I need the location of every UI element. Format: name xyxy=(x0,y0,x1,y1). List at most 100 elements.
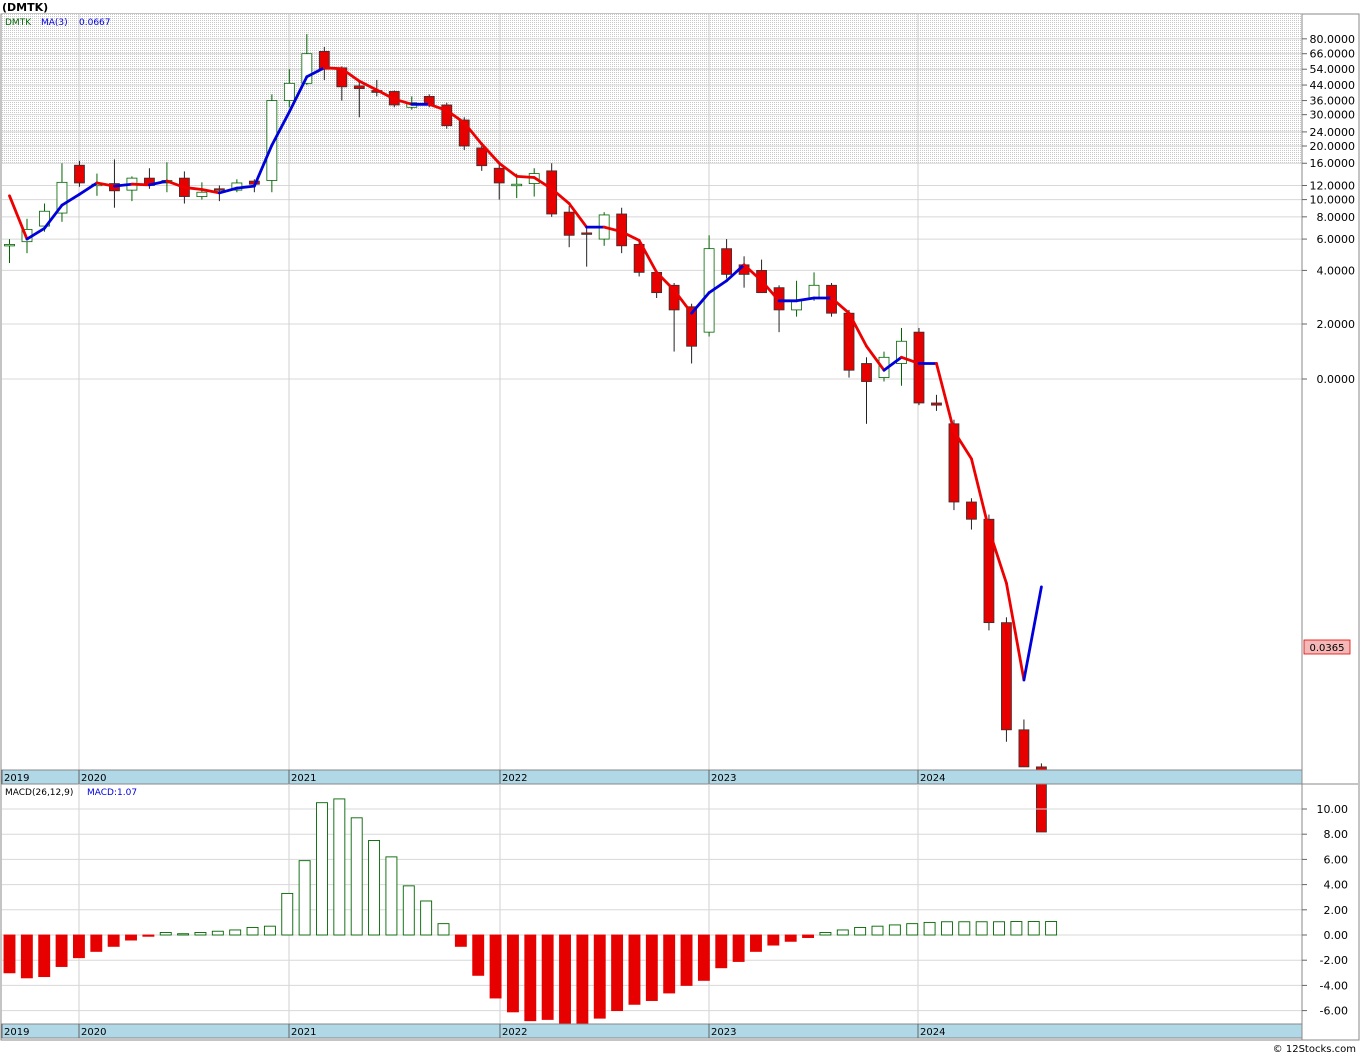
macd-bar xyxy=(368,840,381,936)
macd-bar xyxy=(72,934,85,959)
candle-body xyxy=(966,501,977,520)
macd-bar xyxy=(55,934,68,967)
year-label: 2019 xyxy=(4,773,29,784)
macd-bar xyxy=(246,926,259,936)
macd-tick-label: 8.00 xyxy=(1324,828,1349,841)
candle-body xyxy=(4,244,15,247)
candle-body xyxy=(213,188,225,191)
candle-body xyxy=(861,363,872,382)
macd-bar xyxy=(593,934,606,1019)
ma-segment xyxy=(113,182,134,188)
macd-bar xyxy=(1045,921,1058,936)
candle-body xyxy=(808,284,820,299)
legend-symbol: DMTK xyxy=(5,18,32,28)
ma-segment xyxy=(322,66,344,71)
candle-body xyxy=(913,331,925,404)
macd-axis-ticks: 10.00 8.00 6.00 4.00 2.00 0.00 -2.00 -4.00 -6.00 xyxy=(1302,803,1348,1018)
macd-bar xyxy=(1027,921,1040,936)
macd-bar xyxy=(177,933,190,936)
price-tick-label: 44.0000 xyxy=(1310,79,1356,92)
macd-time-axis-band xyxy=(1,1023,1303,1039)
ma-segment xyxy=(130,182,151,187)
macd-bar xyxy=(194,932,207,936)
macd-bar xyxy=(3,934,16,974)
macd-bar xyxy=(767,934,780,946)
macd-bar xyxy=(888,924,901,936)
candle-body xyxy=(931,402,942,406)
price-tick-label: 4.0000 xyxy=(1317,264,1356,277)
macd-bar xyxy=(125,934,137,941)
macd-bar xyxy=(472,934,485,976)
candle-body xyxy=(721,248,732,275)
price-tick-label: 80.0000 xyxy=(1310,33,1356,46)
macd-bar xyxy=(663,934,676,994)
price-tick-label: 54.0000 xyxy=(1310,63,1356,76)
legend-ma-label: MA(3) xyxy=(41,18,68,28)
macd-bar xyxy=(715,934,728,969)
macd-bar xyxy=(107,934,120,947)
price-tick-label: 36.0000 xyxy=(1310,95,1356,108)
macd-tick-label: 4.00 xyxy=(1324,879,1349,892)
candle-body xyxy=(74,164,85,184)
macd-year-label: 2022 xyxy=(502,1027,527,1038)
candle-body xyxy=(353,85,365,90)
macd-bar xyxy=(333,798,346,936)
macd-bar xyxy=(732,934,745,962)
macd-year-label: 2023 xyxy=(711,1027,736,1038)
macd-bar xyxy=(993,921,1005,936)
price-tick-label: 16.0000 xyxy=(1310,157,1356,170)
last-price-label: 0.0365 xyxy=(1310,643,1345,654)
macd-bar xyxy=(854,926,867,936)
macd-year-label: 2019 xyxy=(4,1027,29,1038)
year-label: 2024 xyxy=(920,773,945,784)
macd-tick-label: -2.00 xyxy=(1320,954,1348,967)
macd-bar xyxy=(524,934,537,1022)
macd-bar xyxy=(489,934,502,999)
macd-bar xyxy=(454,934,467,947)
macd-bar xyxy=(506,934,519,1013)
watermark: © 12Stocks.com xyxy=(1273,1044,1356,1055)
macd-bar xyxy=(784,934,797,942)
macd-bar xyxy=(819,932,832,936)
macd-bar xyxy=(697,934,710,981)
price-tick-label: 6.0000 xyxy=(1317,233,1356,246)
macd-bar xyxy=(958,921,971,936)
ma-segment xyxy=(515,174,536,179)
candle-body xyxy=(563,211,575,236)
macd-bar xyxy=(420,900,433,936)
macd-bar xyxy=(576,934,589,1025)
macd-bar xyxy=(281,892,294,936)
macd-bar xyxy=(350,817,363,936)
macd-legend-value: MACD:1.07 xyxy=(87,788,137,798)
macd-bar xyxy=(750,934,762,952)
macd-bar xyxy=(402,885,415,936)
macd-bar xyxy=(975,921,988,936)
year-label: 2023 xyxy=(711,773,736,784)
macd-tick-label: 10.00 xyxy=(1317,803,1349,816)
price-tick-label: 10.0000 xyxy=(1310,194,1356,207)
macd-tick-label: -4.00 xyxy=(1320,979,1348,992)
macd-bar xyxy=(559,934,571,1024)
candle-body xyxy=(493,167,505,184)
macd-bar xyxy=(680,934,693,986)
macd-bar xyxy=(802,934,815,938)
year-label: 2021 xyxy=(291,773,316,784)
macd-bar xyxy=(90,934,103,952)
macd-bar xyxy=(628,934,641,1005)
price-tick-label: 24.0000 xyxy=(1310,126,1356,139)
macd-bar xyxy=(645,934,658,1001)
stock-chart: 80.0000 66.0000 54.0000 44.0000 36.000030.00… xyxy=(0,1,1360,1055)
candle-body xyxy=(1018,729,1030,768)
macd-bar xyxy=(159,932,172,936)
macd-tick-label: 6.00 xyxy=(1324,853,1349,866)
price-time-axis-band xyxy=(1,769,1303,785)
candle-body xyxy=(581,232,593,235)
macd-bar xyxy=(940,921,953,936)
legend-ma-value: 0.0667 xyxy=(79,18,111,28)
macd-bar xyxy=(229,929,242,936)
macd-bar xyxy=(906,923,919,936)
macd-bar xyxy=(1010,921,1023,936)
macd-bar xyxy=(836,929,849,936)
candle-body xyxy=(1001,622,1012,731)
macd-year-label: 2020 xyxy=(81,1027,106,1038)
